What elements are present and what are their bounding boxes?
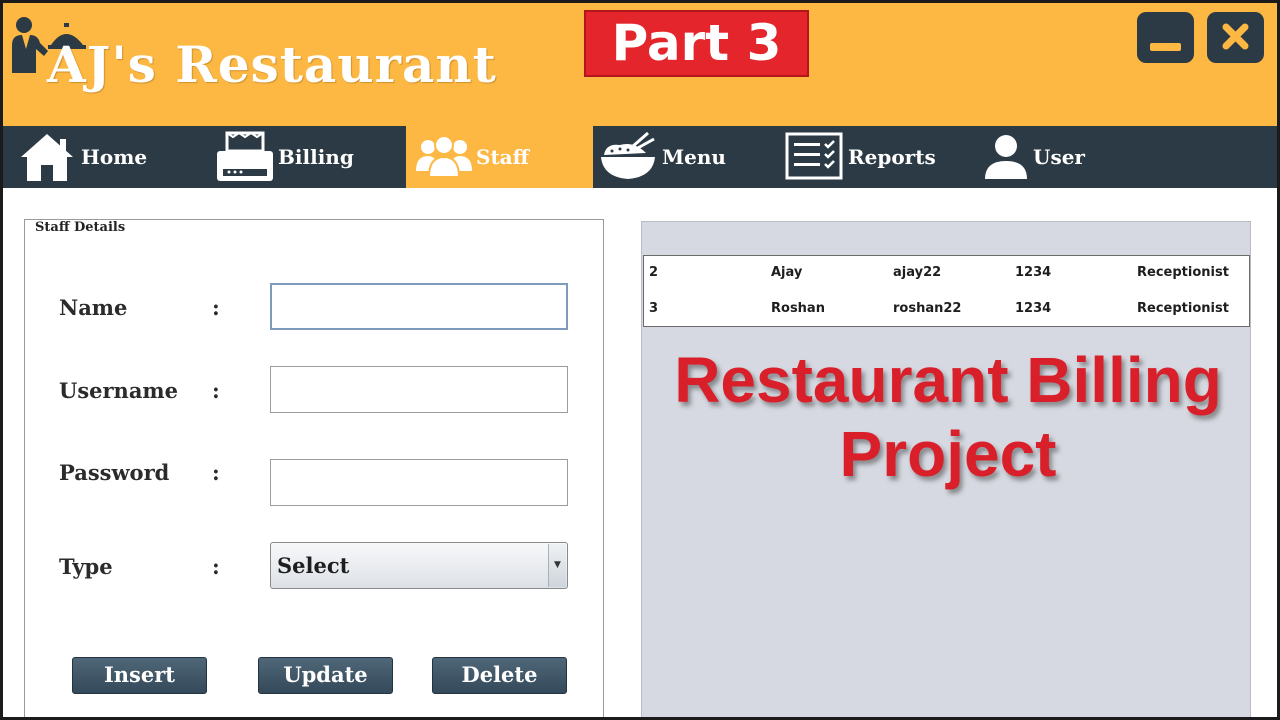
staff-details-panel: Staff Details Name : Username : Password… — [24, 219, 604, 717]
type-select-value: Select — [277, 553, 350, 578]
username-input[interactable] — [270, 366, 568, 413]
table-cell-type: Receptionist — [1137, 301, 1229, 316]
table-cell-name: Roshan — [771, 301, 825, 316]
minimize-button[interactable] — [1137, 12, 1194, 63]
table-cell-type: Receptionist — [1137, 265, 1229, 280]
printer-icon — [217, 131, 273, 181]
staff-table: 2 Ajay ajay22 1234 Receptionist 3 Roshan… — [643, 255, 1250, 327]
chevron-down-icon[interactable]: ▼ — [548, 544, 566, 587]
table-cell-username: ajay22 — [893, 265, 942, 280]
panel-title: Staff Details — [35, 220, 126, 235]
username-colon: : — [212, 378, 220, 403]
nav-item-staff[interactable]: Staff — [406, 126, 593, 188]
overlay-caption-line1: Restaurant Billing — [674, 344, 1222, 416]
nav-item-home[interactable]: Home — [3, 126, 203, 188]
overlay-caption-line2: Project — [839, 418, 1057, 490]
nav-label-menu: Menu — [662, 145, 726, 169]
name-label: Name — [59, 295, 128, 320]
close-button[interactable] — [1207, 12, 1264, 63]
table-row[interactable]: 3 Roshan roshan22 1234 Receptionist — [644, 292, 1249, 328]
table-cell-id: 2 — [649, 265, 659, 280]
checklist-icon — [785, 132, 843, 180]
password-input[interactable] — [270, 459, 568, 506]
user-icon — [985, 135, 1027, 179]
nav-item-menu[interactable]: Menu — [593, 126, 778, 188]
password-label: Password — [59, 460, 170, 485]
table-cell-username: roshan22 — [893, 301, 962, 316]
type-select[interactable]: Select ▼ — [270, 542, 568, 589]
nav-label-user: User — [1033, 145, 1085, 169]
home-icon — [21, 134, 73, 181]
type-label: Type — [59, 554, 113, 579]
close-icon — [1222, 23, 1249, 50]
minimize-icon — [1150, 43, 1181, 51]
username-label: Username — [59, 378, 179, 403]
nav-item-billing[interactable]: Billing — [203, 126, 406, 188]
table-row[interactable]: 2 Ajay ajay22 1234 Receptionist — [644, 256, 1249, 292]
name-input[interactable] — [270, 283, 568, 330]
nav-label-home: Home — [81, 145, 148, 169]
table-cell-password: 1234 — [1015, 301, 1052, 316]
nav-item-reports[interactable]: Reports — [778, 126, 973, 188]
staff-group-icon — [416, 135, 472, 178]
header-bar: AJ's Restaurant Part 3 — [3, 3, 1277, 126]
part-badge: Part 3 — [584, 10, 809, 77]
app-window: AJ's Restaurant Part 3 Home Billing Staf… — [3, 3, 1277, 717]
main-nav: Home Billing Staff Menu Reports User — [3, 126, 1277, 188]
table-cell-password: 1234 — [1015, 265, 1052, 280]
insert-button[interactable]: Insert — [72, 657, 207, 694]
overlay-caption: Restaurant Billing Project — [643, 343, 1253, 491]
update-button[interactable]: Update — [258, 657, 393, 694]
table-cell-name: Ajay — [771, 265, 803, 280]
type-colon: : — [212, 554, 220, 579]
nav-label-staff: Staff — [476, 145, 530, 169]
nav-label-billing: Billing — [278, 145, 354, 169]
food-bowl-icon — [601, 131, 655, 179]
app-title: AJ's Restaurant — [47, 35, 497, 94]
delete-button[interactable]: Delete — [432, 657, 567, 694]
password-colon: : — [212, 460, 220, 485]
nav-item-user[interactable]: User — [973, 126, 1123, 188]
table-cell-id: 3 — [649, 301, 659, 316]
nav-label-reports: Reports — [848, 145, 936, 169]
name-colon: : — [212, 295, 220, 320]
